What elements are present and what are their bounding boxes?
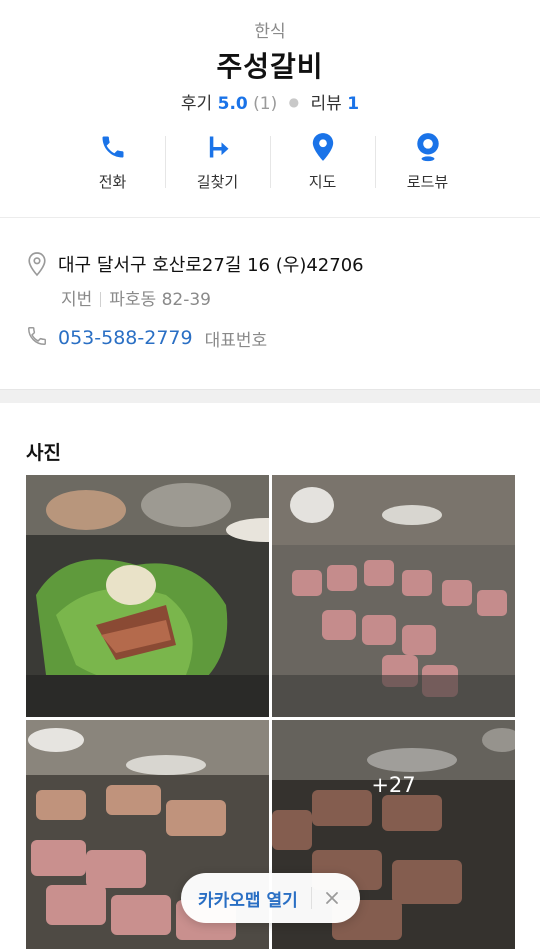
place-category: 한식 xyxy=(254,22,286,42)
phone-number-link[interactable]: 053-588-2779 xyxy=(58,327,193,349)
place-stats: 후기 5.0 (1) ● 리뷰 1 xyxy=(0,89,540,114)
open-app-separator xyxy=(310,887,312,909)
lot-separator xyxy=(100,292,102,307)
photos-section: 사진 +27 xyxy=(0,403,540,949)
place-header: 한식 주성갈비 후기 5.0 (1) ● 리뷰 1 전화 길찾기 지도 로드뷰 xyxy=(0,0,540,218)
lot-address-text: 파호동 82-39 xyxy=(109,290,212,310)
call-button[interactable]: 전화 xyxy=(60,132,165,192)
phone-row: 053-588-2779 대표번호 xyxy=(26,325,267,351)
roadview-icon xyxy=(412,132,444,162)
phone-note: 대표번호 xyxy=(204,330,268,351)
photos-title: 사진 xyxy=(26,442,61,464)
action-bar: 전화 길찾기 지도 로드뷰 xyxy=(60,132,480,192)
open-app-label: 카카오맵 열기 xyxy=(198,890,298,911)
phone-icon xyxy=(97,132,129,162)
section-divider xyxy=(0,389,540,403)
map-button[interactable]: 지도 xyxy=(270,132,375,192)
directions-icon xyxy=(202,132,234,162)
open-kakaomap-button[interactable]: 카카오맵 열기 xyxy=(181,873,360,923)
map-label: 지도 xyxy=(308,173,337,191)
review-count: (1) xyxy=(253,94,278,114)
stats-separator: ● xyxy=(288,95,300,109)
address-text[interactable]: 대구 달서구 호산로27길 16 (우)42706 xyxy=(58,251,364,277)
place-name: 주성갈비 xyxy=(216,50,324,83)
blog-review-label: 리뷰 xyxy=(310,94,342,114)
roadview-button[interactable]: 로드뷰 xyxy=(375,132,480,192)
photo-thumbnail[interactable] xyxy=(26,475,269,717)
address-row: 대구 달서구 호산로27길 16 (우)42706 xyxy=(26,251,364,281)
review-score[interactable]: 5.0 xyxy=(218,94,248,114)
map-pin-icon xyxy=(307,132,339,162)
call-label: 전화 xyxy=(98,173,127,191)
roadview-label: 로드뷰 xyxy=(406,173,449,191)
directions-button[interactable]: 길찾기 xyxy=(165,132,270,192)
photo-thumbnail[interactable] xyxy=(272,475,515,717)
lot-label: 지번 xyxy=(61,290,93,310)
review-label: 후기 xyxy=(180,94,213,114)
directions-label: 길찾기 xyxy=(196,173,239,191)
location-pin-icon xyxy=(26,251,48,281)
close-icon[interactable] xyxy=(322,888,342,908)
place-info: 대구 달서구 호산로27길 16 (우)42706 지번 파호동 82-39 05… xyxy=(0,219,540,389)
blog-review-count[interactable]: 1 xyxy=(347,94,359,114)
lot-address: 지번 파호동 82-39 xyxy=(61,285,211,310)
phone-outline-icon xyxy=(26,325,48,351)
